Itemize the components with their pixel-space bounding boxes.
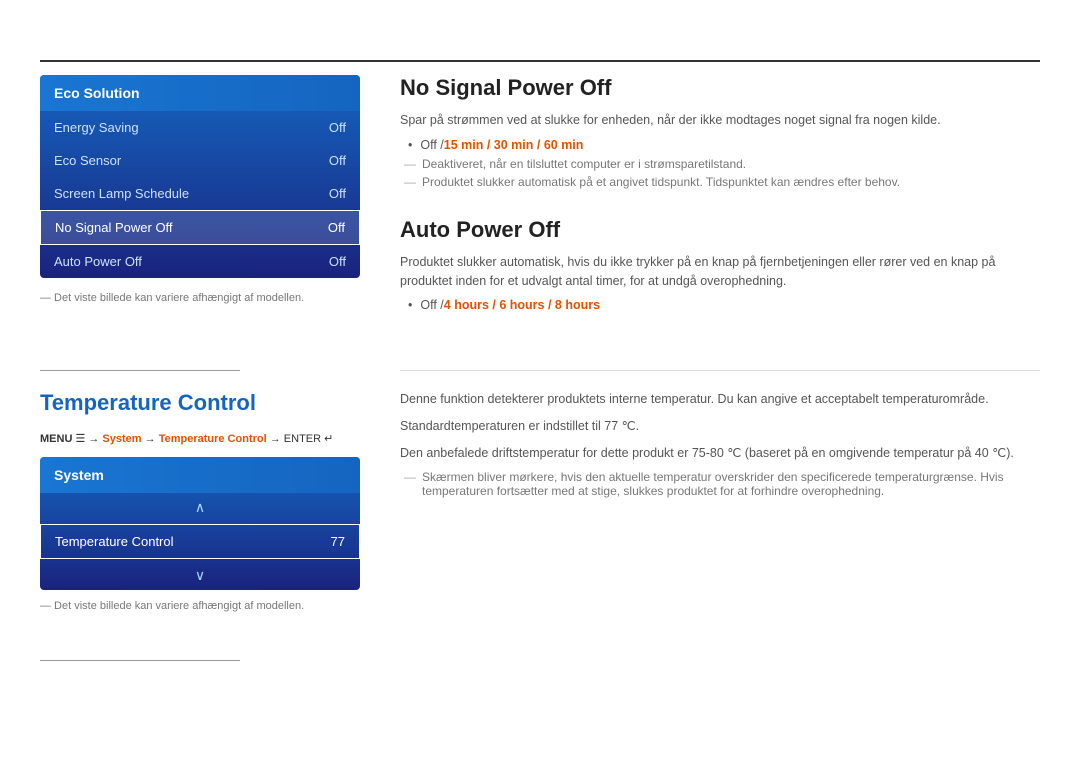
- auto-power-label: Auto Power Off: [54, 254, 142, 269]
- menu-command-enter: → ENTER ↵: [267, 433, 334, 445]
- energy-saving-label: Energy Saving: [54, 120, 139, 135]
- auto-power-bullet: Off / 4 hours / 6 hours / 8 hours: [400, 298, 1040, 312]
- temp-control-label: Temperature Control: [55, 534, 174, 549]
- auto-power-value: Off: [329, 254, 346, 269]
- auto-power-desc: Produktet slukker automatisk, hvis du ik…: [400, 253, 1040, 291]
- eco-solution-section: Eco Solution Energy Saving Off Eco Senso…: [40, 75, 360, 304]
- eco-sensor-value: Off: [329, 153, 346, 168]
- bottom-divider: [40, 660, 240, 661]
- temp-desc-3: Den anbefalede driftstemperatur for dett…: [400, 444, 1040, 463]
- menu-command-highlight: Temperature Control: [159, 433, 267, 445]
- menu-item-auto-power-off[interactable]: Auto Power Off Off: [40, 245, 360, 278]
- temp-dash: Skærmen bliver mørkere, hvis den aktuell…: [400, 470, 1040, 498]
- menu-command: MENU ☰ → System → Temperature Control → …: [40, 432, 360, 445]
- temp-note: — Det viste billede kan variere afhængig…: [40, 600, 360, 612]
- section-divider-right: [400, 370, 1040, 371]
- no-signal-title: No Signal Power Off: [400, 75, 1040, 101]
- arrow-up-icon[interactable]: ∧: [40, 493, 360, 522]
- eco-solution-menu: Eco Solution Energy Saving Off Eco Senso…: [40, 75, 360, 278]
- temperature-control-left: Temperature Control MENU ☰ → System → Te…: [40, 390, 360, 612]
- temperature-control-right: Denne funktion detekterer produktets int…: [400, 390, 1040, 502]
- eco-solution-header: Eco Solution: [40, 75, 360, 111]
- auto-power-bullet-orange: 4 hours / 6 hours / 8 hours: [444, 298, 600, 312]
- right-content: No Signal Power Off Spar på strømmen ved…: [400, 75, 1040, 317]
- arrow-down-icon[interactable]: ∨: [40, 561, 360, 590]
- no-signal-value: Off: [328, 220, 345, 235]
- no-signal-dash-2: Produktet slukker automatisk på et angiv…: [400, 175, 1040, 189]
- menu-item-screen-lamp[interactable]: Screen Lamp Schedule Off: [40, 177, 360, 210]
- no-signal-bullet-plain: Off /: [420, 138, 443, 152]
- no-signal-label: No Signal Power Off: [55, 220, 173, 235]
- screen-lamp-value: Off: [329, 186, 346, 201]
- temp-desc-1: Denne funktion detekterer produktets int…: [400, 390, 1040, 409]
- no-signal-desc: Spar på strømmen ved at slukke for enhed…: [400, 111, 1040, 130]
- no-signal-section: No Signal Power Off Spar på strømmen ved…: [400, 75, 1040, 189]
- top-divider: [40, 60, 1040, 62]
- menu-item-no-signal[interactable]: No Signal Power Off Off: [40, 210, 360, 245]
- temp-control-value: 77: [331, 534, 345, 549]
- system-menu: System ∧ Temperature Control 77 ∨: [40, 457, 360, 590]
- no-signal-bullet-orange: 15 min / 30 min / 60 min: [444, 138, 584, 152]
- menu-item-energy-saving[interactable]: Energy Saving Off: [40, 111, 360, 144]
- temp-control-item[interactable]: Temperature Control 77: [40, 524, 360, 559]
- eco-note: — Det viste billede kan variere afhængig…: [40, 292, 360, 304]
- screen-lamp-label: Screen Lamp Schedule: [54, 186, 189, 201]
- energy-saving-value: Off: [329, 120, 346, 135]
- no-signal-bullet: Off / 15 min / 30 min / 60 min: [400, 138, 1040, 152]
- menu-command-system: System: [102, 433, 141, 445]
- menu-item-eco-sensor[interactable]: Eco Sensor Off: [40, 144, 360, 177]
- no-signal-dash-1: Deaktiveret, når en tilsluttet computer …: [400, 157, 1040, 171]
- menu-command-prefix: MENU ☰ →: [40, 433, 102, 445]
- auto-power-section: Auto Power Off Produktet slukker automat…: [400, 217, 1040, 313]
- auto-power-title: Auto Power Off: [400, 217, 1040, 243]
- menu-command-arrow2: →: [142, 433, 159, 445]
- eco-sensor-label: Eco Sensor: [54, 153, 121, 168]
- system-menu-header: System: [40, 457, 360, 493]
- temp-desc-2: Standardtemperaturen er indstillet til 7…: [400, 417, 1040, 436]
- temp-section-title: Temperature Control: [40, 390, 360, 416]
- section-divider: [40, 370, 240, 371]
- auto-power-bullet-plain: Off /: [420, 298, 443, 312]
